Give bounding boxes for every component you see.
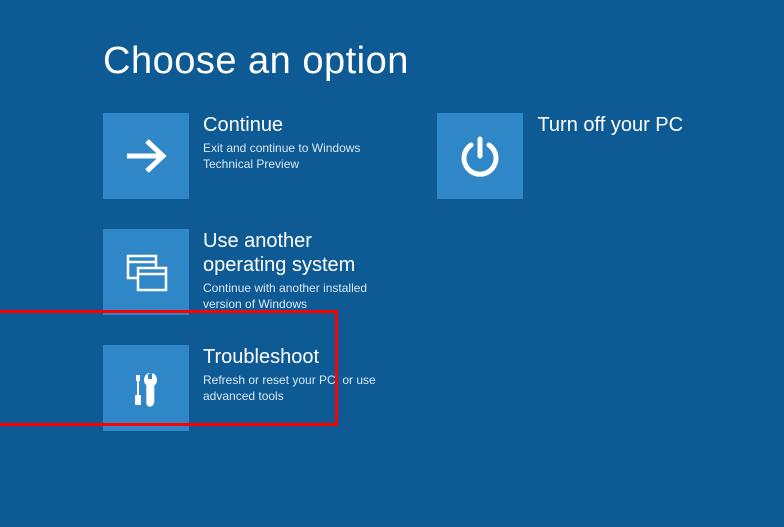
troubleshoot-icon-box [103,345,189,431]
options-container: Continue Exit and continue to Windows Te… [0,83,784,461]
turn-off-text: Turn off your PC [523,113,683,141]
power-icon [455,131,505,181]
option-continue[interactable]: Continue Exit and continue to Windows Te… [103,113,433,199]
troubleshoot-title: Troubleshoot [203,345,399,369]
another-os-text: Use another operating system Continue wi… [189,229,399,312]
tools-icon [123,365,169,411]
option-turn-off[interactable]: Turn off your PC [437,113,737,199]
option-another-os[interactable]: Use another operating system Continue wi… [103,229,433,315]
option-troubleshoot[interactable]: Troubleshoot Refresh or reset your PC, o… [103,345,433,431]
options-column-right: Turn off your PC [437,113,737,229]
another-os-icon-box [103,229,189,315]
continue-text: Continue Exit and continue to Windows Te… [189,113,399,172]
troubleshoot-text: Troubleshoot Refresh or reset your PC, o… [189,345,399,404]
turn-off-icon-box [437,113,523,199]
another-os-title: Use another operating system [203,229,399,277]
windows-stack-icon [120,246,172,298]
troubleshoot-desc: Refresh or reset your PC, or use advance… [203,373,399,404]
another-os-desc: Continue with another installed version … [203,281,399,312]
page-title: Choose an option [0,0,784,83]
continue-desc: Exit and continue to Windows Technical P… [203,141,399,172]
continue-icon-box [103,113,189,199]
options-column-left: Continue Exit and continue to Windows Te… [103,113,433,461]
continue-title: Continue [203,113,399,137]
arrow-right-icon [121,131,171,181]
turn-off-title: Turn off your PC [537,113,683,137]
